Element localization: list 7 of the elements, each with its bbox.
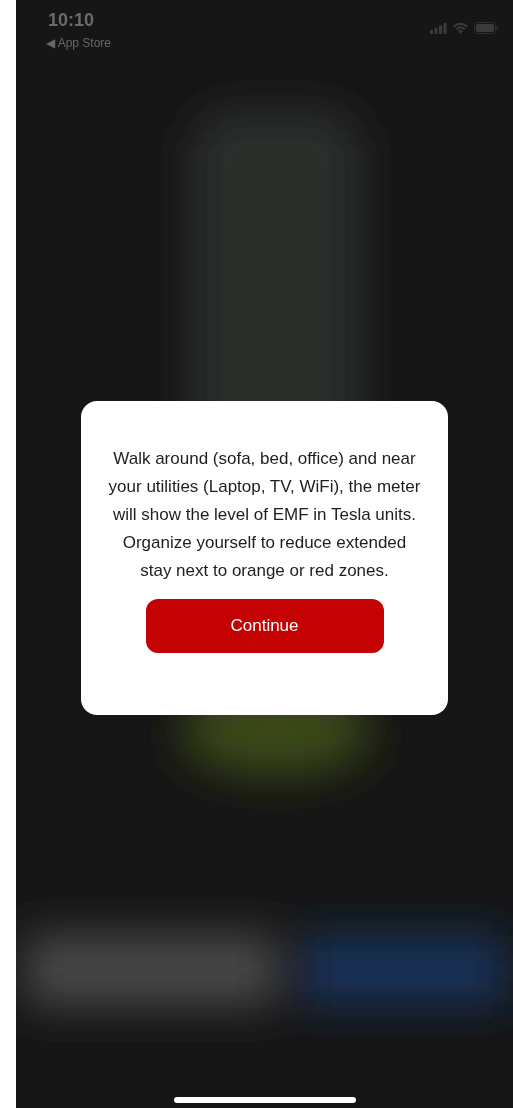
signal-icon (430, 22, 447, 34)
wifi-icon (453, 22, 468, 34)
status-time: 10:10 (48, 9, 96, 32)
battery-icon (474, 22, 499, 34)
continue-button[interactable]: Continue (145, 599, 384, 653)
dialog-message: Walk around (sofa, bed, office) and near your utilities (Laptop, TV, WiFi), the meter will show the level of EMF in Tesla units. Organize yourself to reduce extended stay next to orange or red zones. (107, 448, 422, 582)
back-to-app-store-link[interactable]: ◀ App Store (46, 34, 112, 52)
